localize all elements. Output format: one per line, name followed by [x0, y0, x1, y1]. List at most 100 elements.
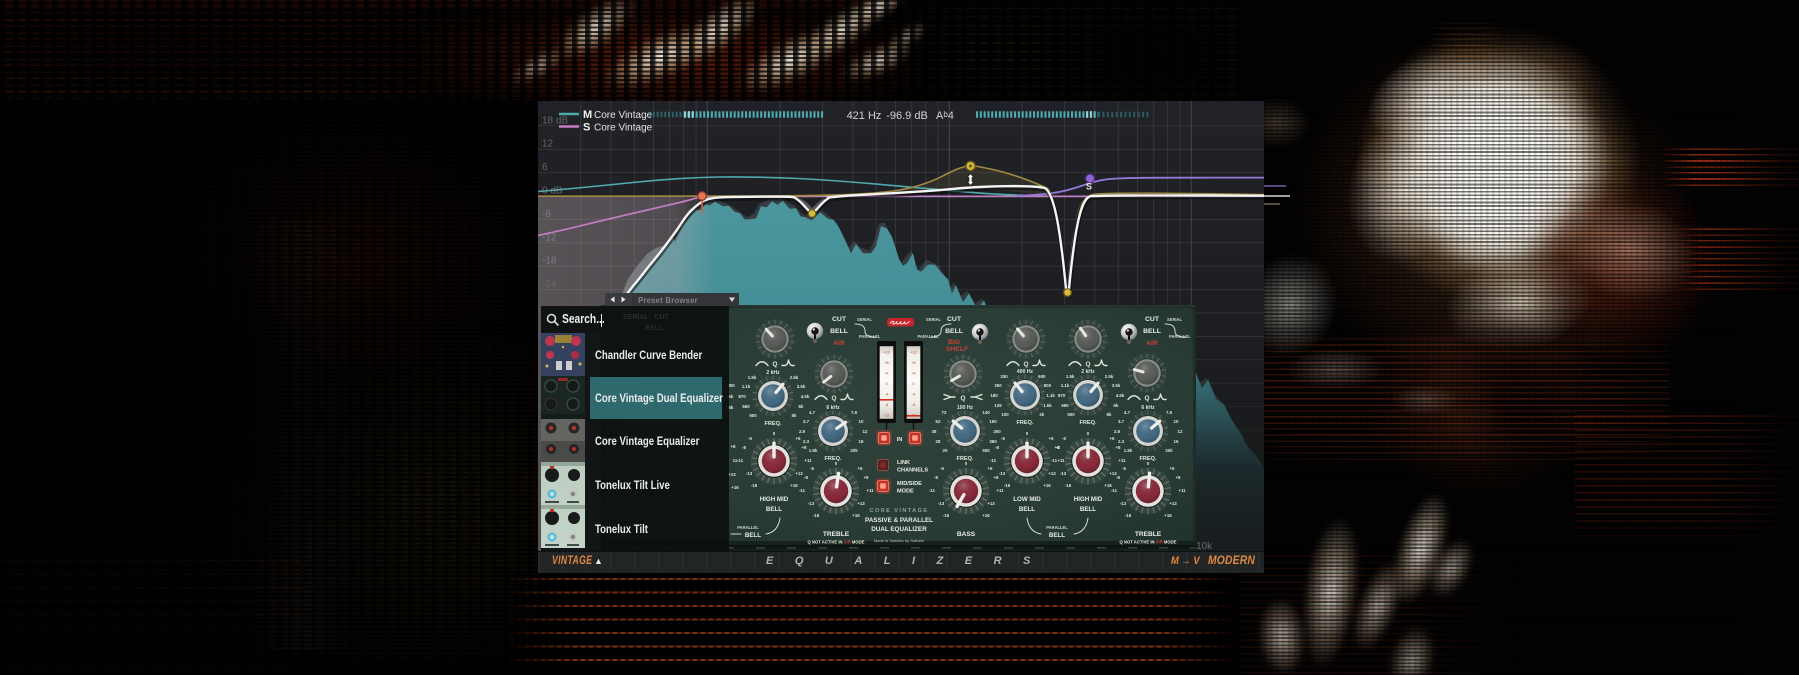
svg-text:+16: +16: [731, 485, 739, 490]
svg-text:BELL: BELL: [1143, 328, 1161, 335]
svg-text:-11: -11: [929, 488, 936, 493]
svg-text:870: 870: [738, 394, 746, 399]
svg-text:-13: -13: [999, 471, 1006, 476]
svg-text:2 kHz: 2 kHz: [766, 370, 780, 376]
svg-text:-5: -5: [1062, 436, 1066, 441]
svg-text:-16: -16: [1065, 483, 1072, 488]
svg-text:500: 500: [749, 413, 757, 418]
svg-text:0 dB: 0 dB: [542, 186, 563, 197]
svg-text:MODE: MODE: [897, 489, 914, 495]
svg-text:+11: +11: [1178, 488, 1186, 493]
svg-text:-8: -8: [804, 475, 808, 480]
svg-text:PASSIVE & PARALLEL: PASSIVE & PARALLEL: [865, 517, 933, 524]
svg-text:Q: Q: [773, 361, 778, 368]
svg-text:52: 52: [936, 419, 941, 424]
svg-text:260: 260: [993, 429, 1001, 434]
svg-text:+16: +16: [852, 513, 860, 518]
svg-text:1.1k: 1.1k: [1061, 383, 1070, 388]
svg-text:FREQ.: FREQ.: [1016, 420, 1034, 426]
svg-text:180: 180: [990, 393, 998, 398]
svg-text:DUAL EQUALIZER: DUAL EQUALIZER: [871, 526, 927, 533]
svg-text:-5: -5: [1122, 466, 1126, 471]
svg-text:100 Hz: 100 Hz: [957, 405, 974, 411]
svg-text:6k: 6k: [799, 404, 804, 409]
svg-text:500: 500: [982, 448, 990, 453]
svg-text:800: 800: [1044, 383, 1052, 388]
svg-text:-13: -13: [1120, 501, 1127, 506]
svg-text:Q: Q: [1145, 395, 1150, 402]
svg-text:600: 600: [1038, 374, 1046, 379]
svg-text:HIGH MID: HIGH MID: [1074, 496, 1103, 503]
svg-text:+16: +16: [982, 513, 990, 518]
svg-text:20: 20: [943, 448, 948, 453]
svg-text:8k: 8k: [792, 413, 797, 418]
svg-text:Made in Sweden by Softube: Made in Sweden by Softube: [874, 538, 925, 543]
svg-text:Q: Q: [1024, 361, 1029, 368]
svg-text:360: 360: [989, 439, 997, 444]
svg-text:+16: +16: [790, 483, 798, 488]
svg-text:Q: Q: [1086, 361, 1091, 368]
svg-text:-18: -18: [542, 256, 557, 267]
svg-text:S: S: [1086, 182, 1092, 192]
svg-text:CORE VINTAGE: CORE VINTAGE: [870, 508, 929, 514]
svg-text:FREQ.: FREQ.: [764, 421, 782, 427]
svg-text:+13: +13: [728, 472, 736, 477]
svg-text:10: 10: [859, 419, 864, 424]
svg-text:BELL: BELL: [745, 532, 761, 539]
svg-text:HIGH MID: HIGH MID: [760, 496, 789, 503]
svg-text:-8: -8: [885, 403, 888, 407]
svg-text:-13: -13: [1060, 471, 1067, 476]
svg-text:+5: +5: [1109, 436, 1115, 441]
svg-text:BASS: BASS: [957, 531, 976, 538]
svg-text:660: 660: [1061, 403, 1069, 408]
svg-text:+8: +8: [863, 475, 869, 480]
svg-text:1.5k: 1.5k: [1066, 374, 1075, 379]
svg-text:+5: +5: [857, 466, 863, 471]
svg-text:-8: -8: [1116, 475, 1120, 480]
svg-text:-6: -6: [542, 209, 551, 220]
svg-text:MID/SIDE: MID/SIDE: [897, 481, 922, 487]
svg-text:-5: -5: [748, 436, 752, 441]
svg-text:2k: 2k: [1039, 412, 1044, 417]
svg-text:4.5k: 4.5k: [1116, 393, 1125, 398]
svg-text:-16: -16: [943, 513, 950, 518]
svg-text:+8: +8: [884, 361, 888, 365]
svg-text:+5: +5: [987, 466, 993, 471]
svg-text:1.5k: 1.5k: [748, 375, 757, 380]
svg-text:+8: +8: [730, 444, 736, 449]
svg-text:-11: -11: [737, 458, 744, 463]
svg-text:AIR: AIR: [833, 340, 845, 347]
svg-text:Core Vintage: Core Vintage: [594, 110, 653, 121]
svg-text:-8: -8: [742, 445, 746, 450]
svg-text:+5: +5: [1169, 466, 1175, 471]
svg-text:+4: +4: [884, 372, 888, 376]
svg-text:421 Hz: 421 Hz: [847, 110, 882, 122]
svg-text:CUT: CUT: [1145, 316, 1160, 323]
svg-text:-8: -8: [1056, 445, 1060, 450]
svg-text:16: 16: [1174, 439, 1179, 444]
svg-text:72: 72: [942, 410, 947, 415]
svg-text:3.7: 3.7: [803, 419, 810, 424]
svg-text:8k: 8k: [1107, 412, 1112, 417]
svg-text:3.5k: 3.5k: [1112, 383, 1121, 388]
svg-text:CHANNELS: CHANNELS: [897, 468, 928, 474]
svg-text:135: 135: [994, 403, 1002, 408]
svg-text:+11: +11: [996, 488, 1004, 493]
svg-text:-11: -11: [799, 488, 806, 493]
svg-text:-5: -5: [940, 466, 944, 471]
svg-text:12: 12: [542, 139, 554, 150]
svg-text:-16: -16: [1125, 513, 1132, 518]
svg-text:2.9: 2.9: [1114, 429, 1121, 434]
svg-text:-5: -5: [810, 466, 814, 471]
svg-text:28: 28: [936, 439, 941, 444]
svg-text:+8: +8: [801, 445, 807, 450]
svg-text:SERIAL: SERIAL: [1167, 317, 1183, 322]
svg-text:Q NOT ACTIVE IN AIR MODE: Q NOT ACTIVE IN AIR MODE: [808, 540, 865, 545]
svg-text:-11: -11: [990, 458, 997, 463]
svg-text:-8: -8: [934, 475, 938, 480]
svg-text:TREBLE: TREBLE: [823, 531, 850, 538]
svg-text:-13: -13: [938, 501, 945, 506]
svg-text:11: 11: [733, 458, 738, 463]
svg-text:20k: 20k: [1165, 448, 1173, 453]
svg-text:+12: +12: [910, 351, 916, 355]
